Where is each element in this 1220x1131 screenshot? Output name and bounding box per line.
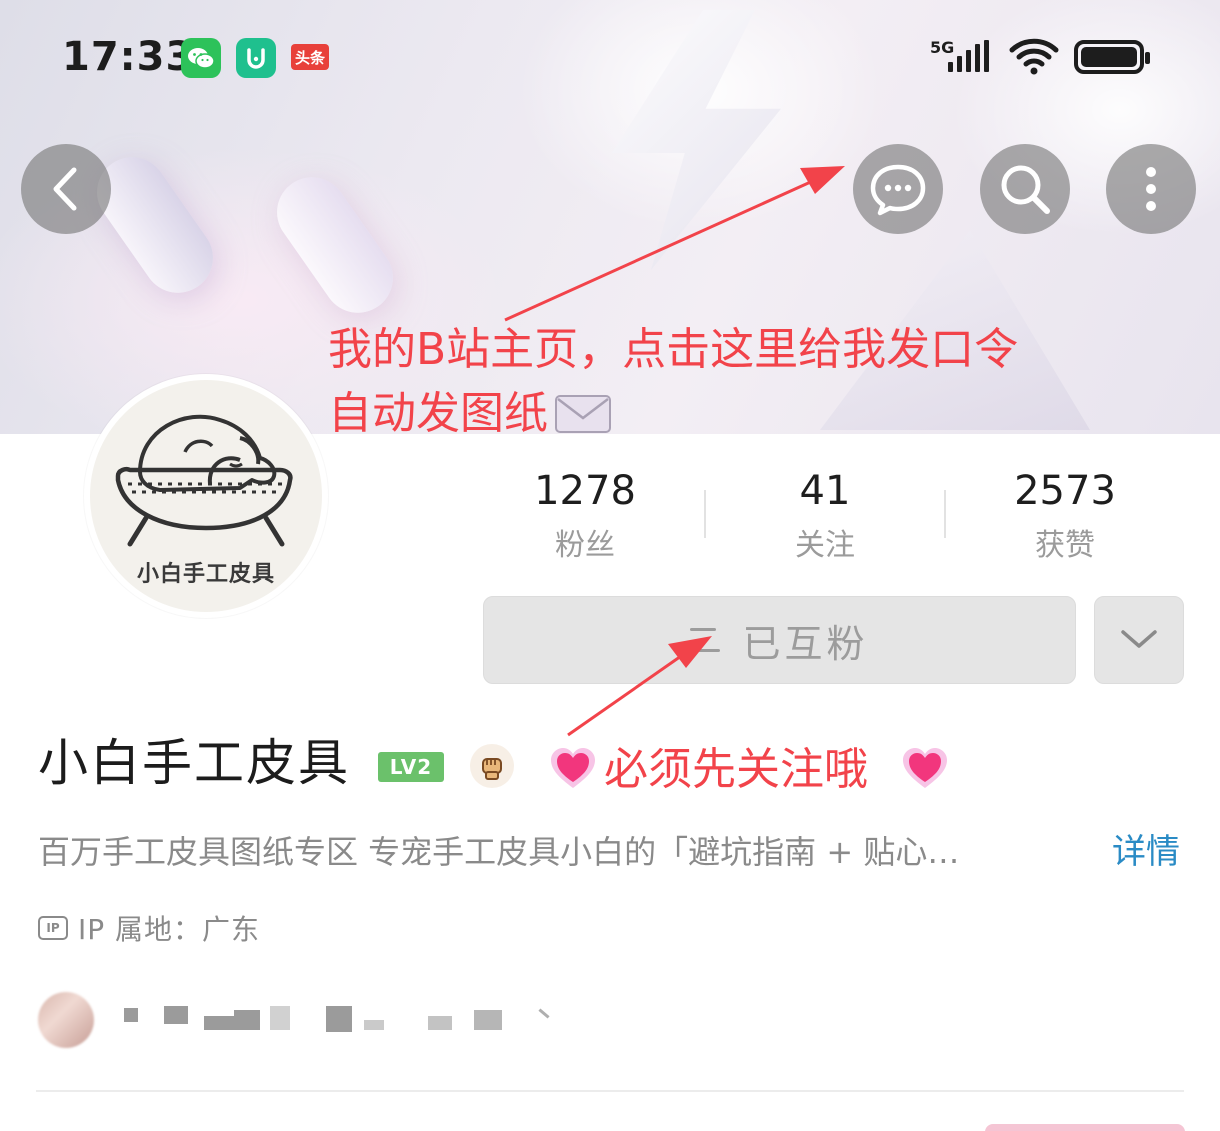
message-button[interactable] — [853, 144, 943, 234]
mutual-followers-row[interactable] — [38, 990, 598, 1050]
annotation-auto-send-text: 自动发图纸 — [328, 388, 548, 439]
pixelated-text — [164, 1006, 188, 1024]
follow-dropdown-button[interactable] — [1094, 596, 1184, 684]
stat-following-value: 41 — [799, 468, 851, 514]
follower-avatar — [38, 992, 94, 1048]
stat-following[interactable]: 41 关注 — [745, 466, 905, 576]
search-icon — [1001, 165, 1050, 214]
follow-button-label: 已互粉 — [742, 621, 869, 666]
ip-icon: IP — [38, 916, 68, 940]
toutiao-icon: 头条 — [291, 44, 329, 70]
chevron-down-icon — [1121, 630, 1157, 648]
status-time: 17:33 — [62, 34, 195, 80]
stat-fans-label: 粉丝 — [555, 528, 615, 563]
profile-name: 小白手工皮具 — [38, 734, 350, 792]
wechat-icon — [181, 38, 221, 78]
chat-bubble-icon — [870, 164, 926, 216]
signal-icon — [948, 40, 989, 72]
more-button[interactable] — [1106, 144, 1196, 234]
back-button[interactable] — [21, 144, 111, 234]
pixelated-text — [204, 1016, 234, 1030]
pixelated-text — [474, 1010, 502, 1030]
stat-following-label: 关注 — [795, 528, 855, 563]
pink-heart-icon — [903, 748, 947, 788]
search-button[interactable] — [980, 144, 1070, 234]
stat-likes-label: 获赞 — [1035, 528, 1095, 563]
pixelated-text — [538, 1008, 550, 1019]
ip-location-text: IP 属地：广东 — [78, 913, 261, 946]
pixelated-text — [364, 1020, 384, 1030]
battery-icon — [1074, 40, 1150, 74]
stat-likes[interactable]: 2573 获赞 — [985, 466, 1145, 576]
section-divider — [36, 1090, 1184, 1092]
stat-fans-value: 1278 — [534, 468, 636, 514]
annotation-follow-first: 必须先关注哦 — [604, 744, 868, 795]
annotation-message-hint: 我的B站主页，点击这里给我发口令 — [328, 324, 1019, 375]
mi-home-icon — [236, 38, 276, 78]
bottom-tab-edge — [985, 1124, 1185, 1131]
level-badge: LV2 — [378, 752, 444, 782]
wifi-icon — [1009, 38, 1059, 75]
envelope-icon — [555, 395, 611, 433]
ip-location: IP IP 属地：广东 — [38, 908, 260, 948]
pixelated-text — [270, 1006, 290, 1030]
pixelated-text — [124, 1008, 138, 1022]
annotation-auto-send: 自动发图纸 — [328, 382, 612, 446]
stat-divider — [704, 490, 706, 538]
pixelated-text — [234, 1010, 260, 1030]
stat-likes-value: 2573 — [1014, 468, 1116, 514]
fist-medal-icon[interactable] — [470, 744, 514, 788]
avatar-label: 小白手工皮具 — [136, 562, 275, 587]
bio-detail-link[interactable]: 详情 — [1112, 826, 1180, 878]
banner-decoration — [263, 163, 407, 327]
stat-divider — [944, 490, 946, 538]
pixelated-text — [428, 1016, 452, 1030]
avatar[interactable]: 小白手工皮具 — [84, 374, 328, 618]
pink-heart-icon — [551, 748, 595, 788]
status-bar: 17:33 头条 5G — [0, 0, 1220, 110]
menu-lines-icon — [690, 628, 724, 652]
stat-fans[interactable]: 1278 粉丝 — [505, 466, 665, 576]
chevron-left-icon — [53, 167, 77, 211]
more-vertical-icon — [1146, 167, 1156, 211]
profile-bio: 百万手工皮具图纸专区 专宠手工皮具小白的「避坑指南 + 贴心… — [38, 833, 960, 871]
mutual-follow-button[interactable]: 已互粉 — [483, 596, 1076, 684]
pixelated-text — [326, 1006, 352, 1032]
